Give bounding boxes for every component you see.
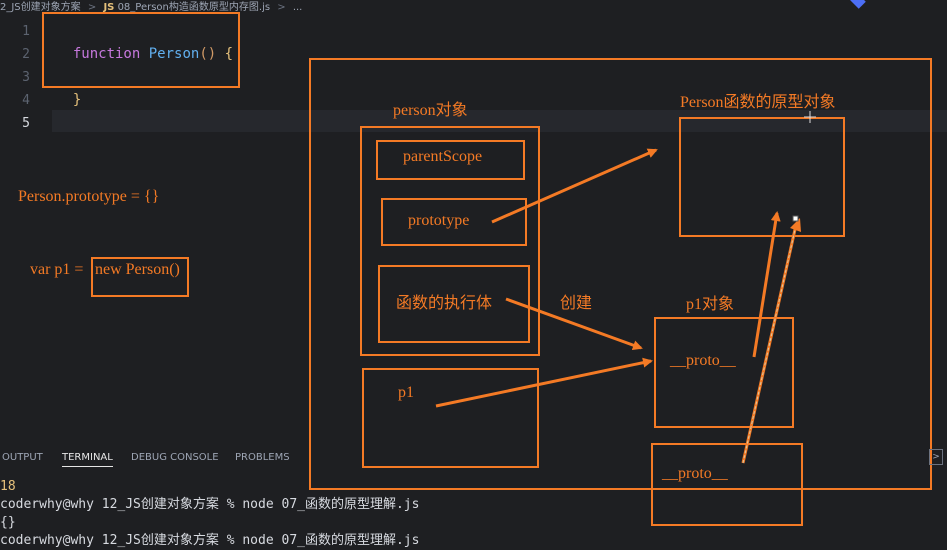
arrow-proto-to-prototype xyxy=(752,211,781,358)
terminal-line: coderwhy@why 12_JS创建对象方案 % node 07_函数的原型… xyxy=(0,497,420,512)
tab-terminal[interactable]: TERMINAL xyxy=(62,452,113,467)
terminal-output-number: 18 xyxy=(0,479,16,494)
arrow-prototype-to-object xyxy=(491,148,658,224)
panel-tab-bar: OUTPUT TERMINAL DEBUG CONSOLE PROBLEMS xyxy=(0,448,947,468)
tab-problems[interactable]: PROBLEMS xyxy=(235,452,290,463)
terminal-line: coderwhy@why 12_JS创建对象方案 % node 07_函数的原型… xyxy=(0,533,420,548)
terminal-line: {} xyxy=(0,515,16,530)
chevron-right-icon[interactable]: > xyxy=(929,449,943,465)
tab-output[interactable]: OUTPUT xyxy=(2,452,43,463)
crosshair-cursor-icon xyxy=(804,111,816,123)
tab-debug-console[interactable]: DEBUG CONSOLE xyxy=(131,452,219,463)
arrow-p1-to-object xyxy=(435,357,653,408)
selection-handle xyxy=(792,215,799,222)
arrow-create xyxy=(505,297,643,350)
